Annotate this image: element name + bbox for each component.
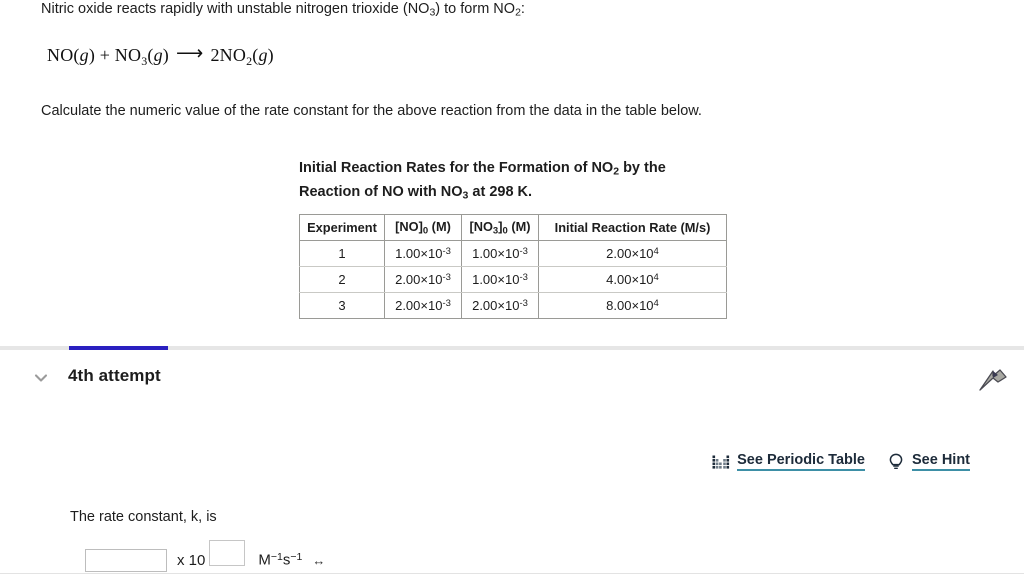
cell-no-concentration: 2.00×10-3 [384,292,462,320]
helper-links-group: See Periodic Table See Hint [712,452,970,471]
attempt-header-row: 4th attempt [0,360,1024,400]
data-table-block: Initial Reaction Rates for the Formation… [299,158,729,320]
equation-reactant-2: NO [114,45,142,65]
cell-experiment: 1 [299,240,385,268]
cell-no3-concentration: 2.00×10-3 [461,292,539,320]
answer-prompt-label: The rate constant, k, is [70,509,217,525]
equation-product-subscript: 2 [246,53,253,68]
table-header-initial-rate: Initial Reaction Rate (M/s) [538,214,727,242]
table-header-no-concentration: [NO]0 (M) [384,214,462,242]
cell-experiment: 3 [299,292,385,320]
see-hint-link[interactable]: See Hint [887,452,970,471]
intro-text-part1: Nitric oxide reacts rapidly with unstabl… [41,1,430,17]
cell-initial-rate: 4.00×104 [538,266,727,294]
units-exponent-2: −1 [290,551,303,564]
resize-handle-icon[interactable]: ↔ [312,554,325,567]
chemical-equation: NO(g) + NO3(g) ⟶ 2NO2(g) [47,43,274,68]
equation-reactant-2-state: g [153,45,163,65]
times-ten-label: x 10 [177,551,206,569]
units-exponent-1: −1 [270,551,283,564]
arrow-pointer-icon[interactable] [976,363,1010,395]
table-row: 1 1.00×10-3 1.00×10-3 2.00×104 [299,240,727,268]
equation-reactant-2-subscript: 3 [141,53,148,68]
equation-reactant-1: NO [47,45,74,65]
cell-no3-concentration: 1.00×10-3 [461,240,539,268]
table-row: 3 2.00×10-3 2.00×10-3 8.00×104 [299,292,727,320]
table-header-experiment: Experiment [299,214,385,242]
bottom-divider [0,573,1024,574]
cell-initial-rate: 2.00×104 [538,240,727,268]
units-base-1: M [258,551,271,569]
table-caption: Initial Reaction Rates for the Formation… [299,158,717,205]
table-row: 2 2.00×10-3 1.00×10-3 4.00×104 [299,266,727,294]
question-area: Nitric oxide reacts rapidly with unstabl… [0,0,1024,346]
exponent-input[interactable] [209,540,246,566]
see-periodic-table-label: See Periodic Table [737,452,865,471]
cell-experiment: 2 [299,266,385,294]
reaction-arrow-icon: ⟶ [176,43,204,64]
equation-product-coefficient: 2 [210,45,220,65]
caption-part-1: Initial Reaction Rates for the Formation… [299,160,614,176]
attempt-title: 4th attempt [68,366,161,385]
answer-input-row: x 10 M−1s−1 ↔ [85,540,325,574]
see-periodic-table-link[interactable]: See Periodic Table [712,452,865,471]
equation-product: NO [219,45,247,65]
intro-text-part2: ) to form NO [435,1,516,17]
equation-product-state: g [258,45,268,65]
initial-rates-table: Experiment [NO]0 (M) [NO3]0 (M) Initial … [299,214,727,320]
cell-no-concentration: 1.00×10-3 [384,240,462,268]
cell-initial-rate: 8.00×104 [538,292,727,320]
attempt-progress-bar [69,346,168,350]
chevron-down-icon[interactable] [31,368,51,388]
equation-plus-sign: + [99,45,111,65]
cell-no-concentration: 2.00×10-3 [384,266,462,294]
table-header-no3-concentration: [NO3]0 (M) [461,214,539,242]
instruction-text: Calculate the numeric value of the rate … [41,103,702,119]
question-intro-text: Nitric oxide reacts rapidly with unstabl… [41,0,525,22]
intro-text-part3: : [520,1,525,17]
periodic-table-icon [712,453,730,471]
cell-no3-concentration: 1.00×10-3 [461,266,539,294]
caption-part-3: at 298 K. [468,183,533,200]
see-hint-label: See Hint [911,452,970,471]
lightbulb-icon [887,453,905,471]
section-divider [0,346,1024,350]
units-label: M−1s−1 [258,551,302,569]
table-header-row: Experiment [NO]0 (M) [NO3]0 (M) Initial … [299,214,727,242]
equation-reactant-1-state: g [79,45,89,65]
rate-constant-input[interactable] [85,548,167,572]
